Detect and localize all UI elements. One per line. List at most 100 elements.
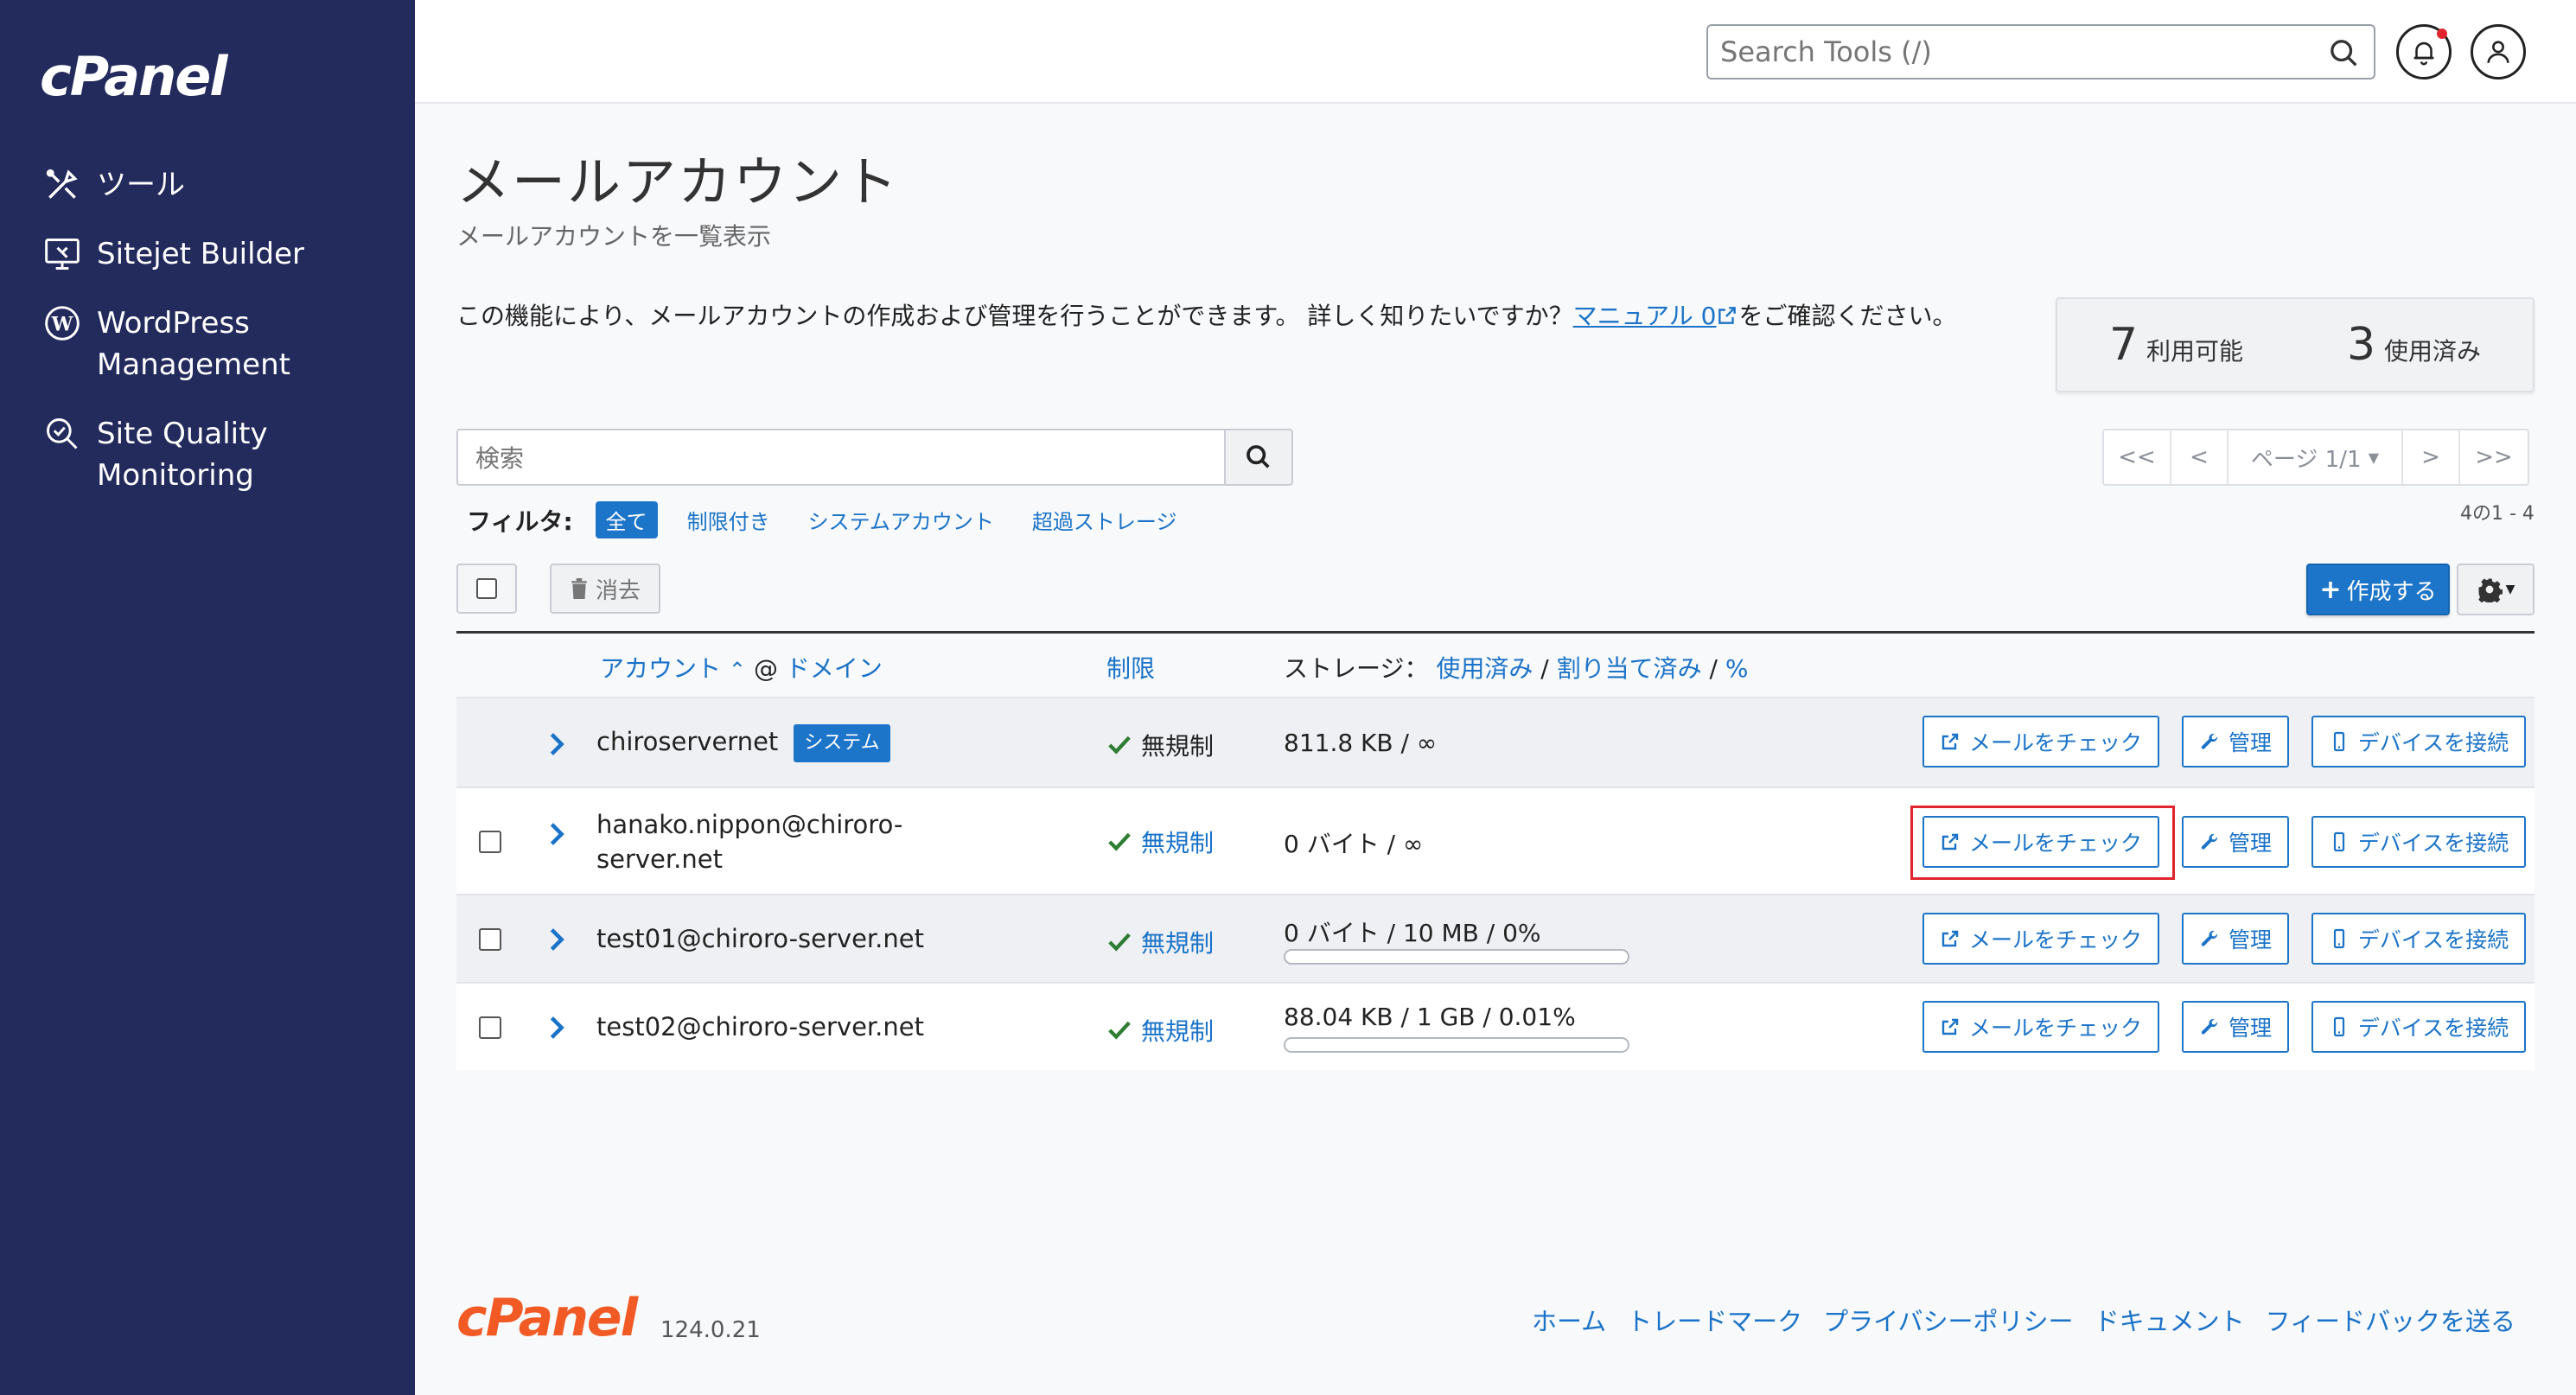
limit-link[interactable]: 無規制 bbox=[1141, 825, 1214, 859]
account-search-box bbox=[456, 429, 1226, 486]
filter-bar: フィルタ: 全て 制限付き システムアカウント 超過ストレージ bbox=[467, 501, 1215, 538]
settings-dropdown-button[interactable]: ▼ bbox=[2457, 564, 2535, 615]
page-title: メールアカウント bbox=[456, 150, 900, 213]
sidebar-item-wordpress[interactable]: W WordPress Management bbox=[40, 303, 290, 385]
gear-icon bbox=[2477, 578, 2503, 602]
limit-cell: 無規制 bbox=[1106, 925, 1214, 959]
table-top-border bbox=[456, 631, 2535, 634]
connect-device-button[interactable]: デバイスを接続 bbox=[2311, 913, 2526, 965]
sidebar-item-tools[interactable]: ツール bbox=[40, 164, 185, 206]
search-icon[interactable] bbox=[2327, 36, 2362, 71]
sidebar-item-sitejet[interactable]: Sitejet Builder bbox=[40, 233, 304, 275]
account-name: chiroservernet bbox=[596, 727, 779, 756]
expand-chevron-icon[interactable] bbox=[546, 927, 567, 952]
sort-account-link[interactable]: アカウント bbox=[600, 654, 721, 683]
check-mail-button[interactable]: メールをチェック bbox=[1922, 716, 2159, 768]
highlight-box bbox=[1910, 806, 2175, 880]
row-checkbox[interactable] bbox=[479, 831, 501, 853]
sort-allocated-link[interactable]: 割り当て済み bbox=[1557, 654, 1702, 683]
account-stats: 7 利用可能 3 使用済み bbox=[2056, 297, 2535, 392]
tools-icon bbox=[40, 164, 85, 206]
footer-link-trademark[interactable]: トレードマーク bbox=[1627, 1302, 1802, 1338]
pagination: << < ページ 1/1 ▼ > >> bbox=[2102, 429, 2529, 486]
footer-cpanel-logo[interactable]: cPanel bbox=[456, 1288, 638, 1348]
external-link-icon bbox=[1718, 307, 1737, 324]
sort-percent-link[interactable]: % bbox=[1725, 654, 1749, 683]
user-menu-button[interactable] bbox=[2471, 24, 2526, 80]
pager-last[interactable]: >> bbox=[2460, 430, 2528, 484]
svg-text:W: W bbox=[51, 313, 73, 335]
sort-used-link[interactable]: 使用済み bbox=[1436, 654, 1533, 683]
pager-page-select[interactable]: ページ 1/1 ▼ bbox=[2228, 430, 2403, 484]
manage-button[interactable]: 管理 bbox=[2182, 816, 2289, 868]
delete-button[interactable]: 消去 bbox=[550, 564, 660, 614]
footer-version: 124.0.21 bbox=[660, 1317, 761, 1343]
search-tools-input[interactable] bbox=[1720, 33, 2308, 71]
expand-chevron-icon[interactable] bbox=[546, 821, 567, 847]
manual-link[interactable]: マニュアル 0 bbox=[1573, 302, 1717, 330]
storage-cell: 0 バイト / 10 MB / 0% bbox=[1284, 919, 1541, 947]
stat-used: 3 使用済み bbox=[2346, 319, 2482, 371]
wordpress-icon: W bbox=[40, 303, 85, 344]
sort-domain-link[interactable]: ドメイン bbox=[786, 654, 883, 683]
limit-link[interactable]: 無規制 bbox=[1141, 1013, 1214, 1048]
wrench-icon bbox=[2201, 833, 2218, 850]
sidebar: cPanel ツール Sitejet Builder W WordPress Ma… bbox=[0, 0, 415, 1395]
storage-usage-bar bbox=[1284, 1037, 1629, 1053]
footer-link-feedback[interactable]: フィードバックを送る bbox=[2266, 1302, 2515, 1338]
wrench-icon bbox=[2201, 930, 2218, 946]
pager-prev[interactable]: < bbox=[2171, 430, 2228, 484]
mobile-device-icon bbox=[2333, 831, 2344, 852]
expand-chevron-icon[interactable] bbox=[546, 731, 567, 757]
system-badge: システム bbox=[794, 724, 890, 762]
row-checkbox[interactable] bbox=[479, 928, 501, 951]
row-checkbox[interactable] bbox=[479, 1016, 501, 1039]
sidebar-item-label-line2: Management bbox=[97, 347, 290, 382]
pager-next[interactable]: > bbox=[2403, 430, 2460, 484]
sidebar-item-label-line2: Monitoring bbox=[97, 458, 254, 493]
footer-link-privacy[interactable]: プライバシーポリシー bbox=[1823, 1302, 2073, 1338]
account-search-input[interactable] bbox=[475, 441, 1202, 475]
create-account-button[interactable]: + 作成する bbox=[2306, 564, 2450, 615]
footer-link-home[interactable]: ホーム bbox=[1532, 1302, 1606, 1338]
notifications-button[interactable] bbox=[2396, 24, 2452, 80]
sidebar-item-label: Sitejet Builder bbox=[97, 237, 305, 271]
manage-button[interactable]: 管理 bbox=[2182, 913, 2289, 965]
column-header-limit: 制限 bbox=[1106, 650, 1155, 685]
sort-limit-link[interactable]: 制限 bbox=[1106, 654, 1155, 683]
external-link-icon bbox=[1942, 733, 1959, 750]
mobile-device-icon bbox=[2333, 731, 2344, 752]
filter-restricted[interactable]: 制限付き bbox=[687, 505, 770, 535]
limit-link[interactable]: 無規制 bbox=[1141, 925, 1214, 959]
pager-first[interactable]: << bbox=[2104, 430, 2171, 484]
select-all-checkbox[interactable] bbox=[456, 564, 517, 614]
caret-down-icon: ▼ bbox=[2505, 583, 2515, 596]
sort-asc-icon[interactable]: ⌃ bbox=[729, 658, 746, 682]
trash-icon bbox=[571, 578, 587, 599]
filter-system[interactable]: システムアカウント bbox=[808, 505, 994, 535]
connect-device-button[interactable]: デバイスを接続 bbox=[2311, 816, 2526, 868]
column-header-account: アカウント ⌃ @ ドメイン bbox=[600, 654, 883, 683]
footer-link-documentation[interactable]: ドキュメント bbox=[2095, 1302, 2245, 1338]
account-name: test01@chiroro-server.net bbox=[596, 924, 924, 953]
cpanel-logo[interactable]: cPanel bbox=[40, 45, 228, 108]
connect-device-button[interactable]: デバイスを接続 bbox=[2311, 716, 2526, 768]
pagination-count: 4の1 - 4 bbox=[2460, 503, 2535, 525]
account-search-button[interactable] bbox=[1224, 429, 1293, 486]
filter-all[interactable]: 全て bbox=[595, 501, 658, 538]
manage-button[interactable]: 管理 bbox=[2182, 1001, 2289, 1053]
column-header-storage: ストレージ： 使用済み / 割り当て済み / % bbox=[1284, 654, 1749, 683]
check-mail-button[interactable]: メールをチェック bbox=[1922, 1001, 2159, 1053]
check-mail-button[interactable]: メールをチェック bbox=[1922, 913, 2159, 965]
caret-down-icon: ▼ bbox=[2368, 449, 2380, 466]
sidebar-item-site-quality[interactable]: Site Quality Monitoring bbox=[40, 413, 268, 496]
filter-over-storage[interactable]: 超過ストレージ bbox=[1032, 505, 1177, 535]
page-subtitle: メールアカウントを一覧表示 bbox=[456, 222, 772, 251]
connect-device-button[interactable]: デバイスを接続 bbox=[2311, 1001, 2526, 1053]
storage-cell: 811.8 KB / ∞ bbox=[1284, 729, 1438, 757]
storage-cell: 0 バイト / ∞ bbox=[1284, 830, 1424, 858]
user-icon bbox=[2487, 41, 2509, 63]
manage-button[interactable]: 管理 bbox=[2182, 716, 2289, 768]
expand-chevron-icon[interactable] bbox=[546, 1015, 567, 1041]
storage-usage-bar bbox=[1284, 949, 1629, 965]
